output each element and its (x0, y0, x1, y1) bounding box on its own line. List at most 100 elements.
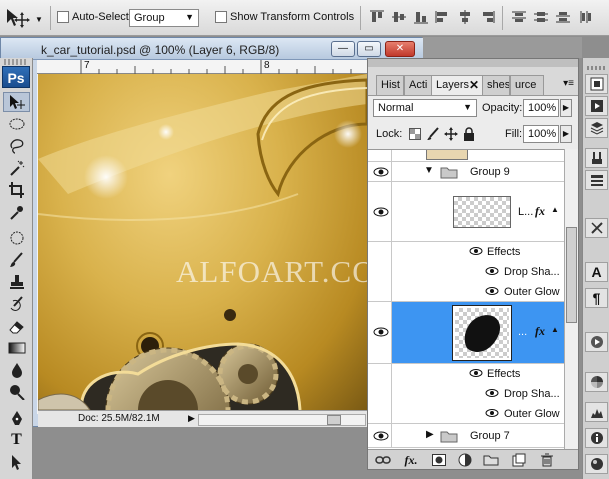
navigator-panel-icon[interactable] (585, 74, 608, 94)
layer-row-l[interactable]: L... fx ▲ (368, 182, 564, 242)
pen-tool-icon[interactable] (3, 408, 30, 428)
move-tool-icon[interactable] (3, 92, 30, 112)
close-icon[interactable]: ✕ (469, 78, 479, 92)
crop-tool-icon[interactable] (3, 180, 30, 200)
collapse-arrow-icon[interactable]: ▲ (551, 325, 559, 334)
effect-outer-glow[interactable]: Outer Glow (368, 282, 564, 302)
lasso-tool-icon[interactable] (3, 136, 30, 156)
marquee-tool-icon[interactable] (3, 114, 30, 134)
layer-row-selected[interactable]: ... fx ▲ (368, 302, 564, 364)
lock-transparency-icon[interactable] (408, 127, 422, 141)
eye-icon[interactable] (485, 388, 501, 400)
eyedropper-tool-icon[interactable] (3, 202, 30, 222)
show-transform-checkbox[interactable] (215, 11, 227, 23)
distribute-left-icon[interactable] (578, 9, 596, 25)
layers-panel-icon[interactable] (585, 118, 608, 138)
new-group-icon[interactable] (482, 452, 500, 468)
clone-stamp-tool-icon[interactable] (3, 272, 30, 292)
scrollbar-thumb[interactable] (566, 227, 577, 323)
fill-field[interactable]: 100% (523, 125, 559, 143)
link-layers-icon[interactable] (374, 452, 392, 468)
new-layer-icon[interactable] (510, 452, 528, 468)
horizontal-ruler[interactable]: 7 8 (37, 60, 367, 74)
auto-select-dropdown[interactable]: Group ▼ (129, 9, 199, 27)
align-hcenter-icon[interactable] (456, 9, 474, 25)
effect-outer-glow[interactable]: Outer Glow (368, 404, 564, 424)
layer-row[interactable] (368, 150, 564, 162)
image-canvas[interactable]: ALFOART.COM (38, 74, 367, 410)
auto-select-checkbox[interactable] (57, 11, 69, 23)
fx-icon[interactable]: fx (535, 324, 545, 339)
paragraph-panel-icon[interactable]: ¶ (585, 288, 608, 308)
actions-panel-icon[interactable] (585, 332, 608, 352)
eye-icon[interactable] (373, 206, 389, 218)
type-tool-icon[interactable]: T (3, 430, 30, 450)
tab-source[interactable]: urce (510, 75, 544, 95)
panel-menu-icon[interactable]: ▾≡ (563, 78, 574, 89)
magic-wand-tool-icon[interactable] (3, 158, 30, 178)
eye-icon[interactable] (469, 368, 485, 380)
lock-position-icon[interactable] (444, 127, 458, 141)
healing-brush-tool-icon[interactable] (3, 228, 30, 248)
tab-brushes[interactable]: shes (482, 75, 510, 95)
document-size[interactable]: Doc: 25.5M/82.1M (78, 413, 160, 424)
blend-mode-dropdown[interactable]: Normal ▼ (373, 99, 477, 117)
path-selection-tool-icon[interactable] (3, 452, 30, 472)
align-left-icon[interactable] (434, 9, 452, 25)
layer-row-group7[interactable]: ▶ Group 7 (368, 424, 564, 448)
animation-panel-icon[interactable] (585, 96, 608, 116)
scrollbar-thumb[interactable] (327, 415, 341, 425)
effects-row[interactable]: Effects (368, 364, 564, 384)
distribute-vcenter-icon[interactable] (532, 9, 550, 25)
histogram-panel-icon[interactable] (585, 402, 608, 422)
tool-presets-icon[interactable] (585, 148, 608, 168)
effect-drop-shadow[interactable]: Drop Sha... (368, 384, 564, 404)
color-panel-icon[interactable] (585, 372, 608, 392)
styles-panel-icon[interactable] (585, 454, 608, 474)
character-panel-icon[interactable]: A (585, 262, 608, 282)
add-mask-icon[interactable] (430, 452, 448, 468)
opacity-slider-arrow[interactable]: ▶ (560, 99, 572, 117)
blur-tool-icon[interactable] (3, 360, 30, 380)
lock-pixels-icon[interactable] (426, 127, 440, 141)
fill-slider-arrow[interactable]: ▶ (560, 125, 572, 143)
effects-row[interactable]: Effects (368, 242, 564, 262)
eraser-tool-icon[interactable] (3, 316, 30, 336)
brush-tool-icon[interactable] (3, 250, 30, 270)
expand-triangle-icon[interactable]: ▶ (426, 429, 434, 440)
align-top-icon[interactable] (368, 9, 386, 25)
layer-style-fx-icon[interactable]: fx. (402, 452, 420, 468)
info-panel-icon[interactable] (585, 428, 608, 448)
align-vcenter-icon[interactable] (390, 9, 408, 25)
collapse-arrow-icon[interactable]: ▲ (551, 205, 559, 214)
eye-icon[interactable] (373, 430, 389, 442)
minimize-button[interactable]: — (331, 41, 355, 57)
eye-icon[interactable] (469, 246, 485, 258)
effect-drop-shadow[interactable]: Drop Sha... (368, 262, 564, 282)
eye-icon[interactable] (373, 166, 389, 178)
tab-actions[interactable]: Acti (404, 75, 432, 95)
align-right-icon[interactable] (478, 9, 496, 25)
eye-icon[interactable] (373, 326, 389, 338)
distribute-top-icon[interactable] (510, 9, 528, 25)
toolbox-grip[interactable] (4, 59, 28, 65)
history-brush-tool-icon[interactable] (3, 294, 30, 314)
tool-preset-picker[interactable]: ▼ (4, 6, 44, 30)
eye-icon[interactable] (485, 408, 501, 420)
dodge-tool-icon[interactable] (3, 382, 30, 402)
expand-triangle-icon[interactable]: ▼ (424, 165, 434, 176)
eye-icon[interactable] (485, 286, 501, 298)
clone-source-icon[interactable] (585, 170, 608, 190)
layer-row-group9[interactable]: ▼ Group 9 (368, 162, 564, 182)
align-bottom-icon[interactable] (412, 9, 430, 25)
distribute-bottom-icon[interactable] (554, 9, 572, 25)
trash-icon[interactable] (538, 452, 556, 468)
fx-icon[interactable]: fx (535, 204, 545, 219)
dock-grip[interactable] (587, 66, 606, 70)
layers-scrollbar[interactable] (564, 149, 578, 449)
brushes-panel-icon[interactable] (585, 218, 608, 238)
maximize-button[interactable]: ▭ (357, 41, 381, 57)
horizontal-scrollbar[interactable] (198, 414, 366, 426)
status-menu-arrow[interactable]: ▶ (188, 413, 195, 424)
close-button[interactable]: ✕ (385, 41, 415, 57)
